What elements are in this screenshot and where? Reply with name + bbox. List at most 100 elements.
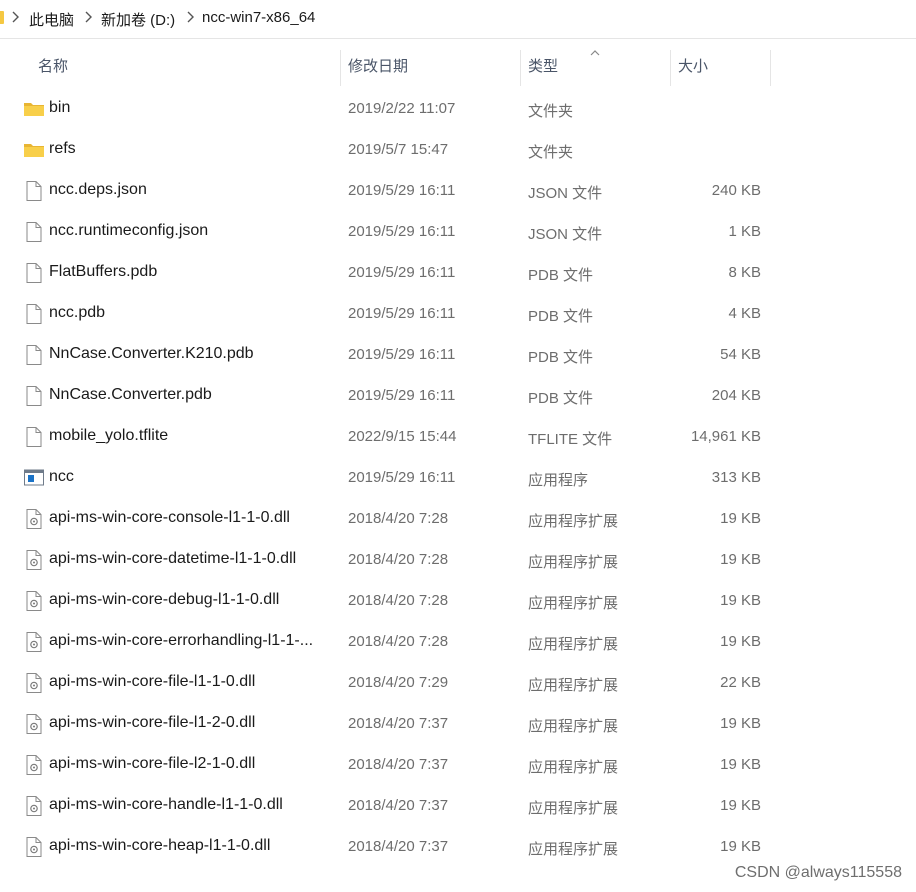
dll-file-icon xyxy=(23,713,45,735)
file-icon xyxy=(23,180,45,202)
file-icon xyxy=(23,344,45,366)
file-size: 313 KB xyxy=(711,469,761,486)
column-divider[interactable] xyxy=(770,50,771,86)
file-row[interactable]: ncc.pdb 2019/5/29 16:11 PDB 文件 4 KB xyxy=(0,293,916,334)
chevron-right-icon[interactable] xyxy=(184,8,198,26)
file-name: api-ms-win-core-errorhandling-l1-1-... xyxy=(49,632,314,649)
column-header-size[interactable]: 大小 xyxy=(678,46,708,88)
file-date-modified: 2019/2/22 11:07 xyxy=(348,100,456,117)
file-row[interactable]: api-ms-win-core-errorhandling-l1-1-... 20… xyxy=(0,621,916,662)
sort-ascending-icon xyxy=(589,46,601,58)
dll-file-icon xyxy=(23,672,45,694)
file-name: api-ms-win-core-handle-l1-1-0.dll xyxy=(49,796,283,813)
file-date-modified: 2022/9/15 15:44 xyxy=(348,428,457,445)
file-row[interactable]: api-ms-win-core-file-l1-1-0.dll 2018/4/20… xyxy=(0,662,916,703)
column-divider[interactable] xyxy=(520,50,521,86)
file-size: 19 KB xyxy=(720,510,761,527)
file-name: api-ms-win-core-file-l2-1-0.dll xyxy=(49,755,256,772)
address-bar[interactable]: 此电脑 新加卷 (D:) ncc-win7-x86_64 xyxy=(0,0,916,39)
breadcrumb-this-pc[interactable]: 此电脑 xyxy=(29,9,74,30)
column-header-row: 名称 修改日期 类型 大小 xyxy=(0,46,916,88)
file-date-modified: 2019/5/29 16:11 xyxy=(348,182,456,199)
file-icon xyxy=(23,221,45,243)
file-name: ncc.runtimeconfig.json xyxy=(49,222,209,239)
column-header-name[interactable]: 名称 xyxy=(38,46,68,88)
breadcrumb-drive-d[interactable]: 新加卷 (D:) xyxy=(101,9,175,30)
file-date-modified: 2018/4/20 7:28 xyxy=(348,633,449,650)
file-type: 应用程序扩展 xyxy=(528,554,619,571)
file-name: refs xyxy=(49,140,76,157)
file-size: 19 KB xyxy=(720,715,761,732)
file-date-modified: 2018/4/20 7:37 xyxy=(348,715,449,732)
file-size: 19 KB xyxy=(720,756,761,773)
file-name: ncc.deps.json xyxy=(49,181,147,198)
dll-file-icon xyxy=(23,508,45,530)
watermark: CSDN @always115558 xyxy=(734,864,902,881)
file-size: 240 KB xyxy=(711,182,761,199)
file-row[interactable]: api-ms-win-core-file-l1-2-0.dll 2018/4/20… xyxy=(0,703,916,744)
file-size: 204 KB xyxy=(711,387,761,404)
file-row[interactable]: ncc.deps.json 2019/5/29 16:11 JSON 文件 240 K… xyxy=(0,170,916,211)
chevron-right-icon[interactable] xyxy=(82,8,96,26)
file-type: 文件夹 xyxy=(528,144,574,161)
file-name: api-ms-win-core-debug-l1-1-0.dll xyxy=(49,591,280,608)
dll-file-icon xyxy=(23,754,45,776)
file-type: 应用程序扩展 xyxy=(528,841,619,858)
column-header-type[interactable]: 类型 xyxy=(528,46,558,88)
file-date-modified: 2019/5/29 16:11 xyxy=(348,223,456,240)
dll-file-icon xyxy=(23,590,45,612)
file-date-modified: 2018/4/20 7:37 xyxy=(348,797,449,814)
file-row[interactable]: ncc.runtimeconfig.json 2019/5/29 16:11 JSO… xyxy=(0,211,916,252)
file-type: 应用程序扩展 xyxy=(528,595,619,612)
file-type: 应用程序扩展 xyxy=(528,759,619,776)
file-row[interactable]: bin 2019/2/22 11:07 文件夹 xyxy=(0,88,916,129)
chevron-right-icon[interactable] xyxy=(9,8,23,26)
file-row[interactable]: NnCase.Converter.K210.pdb 2019/5/29 16:11… xyxy=(0,334,916,375)
file-row[interactable]: api-ms-win-core-file-l2-1-0.dll 2018/4/20… xyxy=(0,744,916,785)
file-type: PDB 文件 xyxy=(528,308,594,325)
file-row[interactable]: mobile_yolo.tflite 2022/9/15 15:44 TFLITE … xyxy=(0,416,916,457)
file-name: api-ms-win-core-heap-l1-1-0.dll xyxy=(49,837,271,854)
file-type: TFLITE 文件 xyxy=(528,431,613,448)
file-row[interactable]: api-ms-win-core-handle-l1-1-0.dll 2018/4/… xyxy=(0,785,916,826)
file-row[interactable]: api-ms-win-core-datetime-l1-1-0.dll 2018/… xyxy=(0,539,916,580)
file-date-modified: 2019/5/29 16:11 xyxy=(348,346,456,363)
dll-file-icon xyxy=(23,631,45,653)
file-type: 文件夹 xyxy=(528,103,574,120)
file-name: api-ms-win-core-console-l1-1-0.dll xyxy=(49,509,290,526)
file-size: 22 KB xyxy=(720,674,761,691)
folder-icon xyxy=(0,11,4,24)
file-row[interactable]: api-ms-win-core-console-l1-1-0.dll 2018/4… xyxy=(0,498,916,539)
file-date-modified: 2018/4/20 7:28 xyxy=(348,592,449,609)
file-name: NnCase.Converter.K210.pdb xyxy=(49,345,254,362)
file-size: 54 KB xyxy=(720,346,761,363)
file-row[interactable]: api-ms-win-core-heap-l1-1-0.dll 2018/4/20… xyxy=(0,826,916,867)
file-date-modified: 2018/4/20 7:28 xyxy=(348,510,449,527)
file-row[interactable]: api-ms-win-core-debug-l1-1-0.dll 2018/4/2… xyxy=(0,580,916,621)
column-divider[interactable] xyxy=(340,50,341,86)
file-row[interactable]: refs 2019/5/7 15:47 文件夹 xyxy=(0,129,916,170)
column-header-date[interactable]: 修改日期 xyxy=(348,46,408,88)
file-type: JSON 文件 xyxy=(528,185,603,202)
application-icon xyxy=(23,467,45,489)
file-name: FlatBuffers.pdb xyxy=(49,263,158,280)
file-icon xyxy=(23,385,45,407)
file-date-modified: 2019/5/29 16:11 xyxy=(348,305,456,322)
file-date-modified: 2019/5/29 16:11 xyxy=(348,264,456,281)
folder-icon xyxy=(23,139,45,161)
file-row[interactable]: FlatBuffers.pdb 2019/5/29 16:11 PDB 文件 8 KB xyxy=(0,252,916,293)
file-row[interactable]: ncc 2019/5/29 16:11 应用程序 313 KB xyxy=(0,457,916,498)
breadcrumb-current-folder[interactable]: ncc-win7-x86_64 xyxy=(202,9,315,26)
file-type: 应用程序扩展 xyxy=(528,677,619,694)
file-size: 19 KB xyxy=(720,551,761,568)
file-row[interactable]: NnCase.Converter.pdb 2019/5/29 16:11 PDB 文… xyxy=(0,375,916,416)
file-type: 应用程序扩展 xyxy=(528,636,619,653)
file-icon xyxy=(23,262,45,284)
column-divider[interactable] xyxy=(670,50,671,86)
file-size: 1 KB xyxy=(728,223,761,240)
file-type: PDB 文件 xyxy=(528,267,594,284)
file-name: NnCase.Converter.pdb xyxy=(49,386,212,403)
file-type: 应用程序 xyxy=(528,472,589,489)
file-date-modified: 2019/5/7 15:47 xyxy=(348,141,449,158)
file-icon xyxy=(23,303,45,325)
